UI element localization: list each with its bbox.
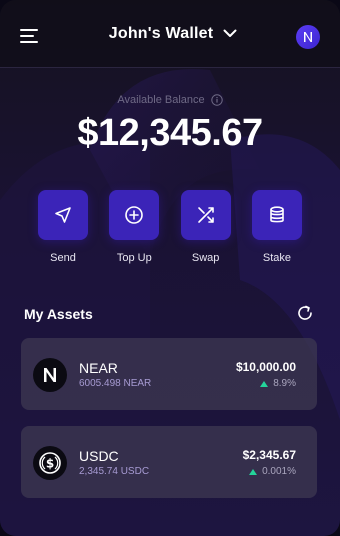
near-avatar-icon — [304, 32, 312, 42]
quick-actions: Send Top Up Swap Stake — [37, 190, 303, 264]
plus-circle-icon — [125, 206, 144, 224]
stake-action[interactable]: Stake — [251, 190, 303, 264]
asset-change-value: 0.001% — [262, 466, 296, 477]
send-label: Send — [50, 252, 76, 264]
swap-button[interactable] — [180, 190, 231, 240]
top-up-label: Top Up — [116, 252, 152, 264]
avatar[interactable] — [296, 25, 320, 49]
swap-action[interactable]: Swap — [180, 190, 232, 264]
asset-value: $2,345.67 — [242, 448, 296, 462]
shuffle-icon — [197, 207, 214, 223]
asset-change: 8.9% — [260, 378, 296, 389]
asset-card-usdc[interactable]: $ USDC 2,345.74 USDC $2,345.67 0.001% — [21, 426, 317, 498]
asset-change: 0.001% — [249, 466, 296, 477]
usdc-logo-icon: $ — [33, 446, 67, 480]
stake-button[interactable] — [251, 190, 302, 240]
near-logo-icon — [33, 358, 67, 392]
swap-label: Swap — [191, 252, 220, 264]
asset-card-near[interactable]: NEAR 6005.498 NEAR $10,000.00 8.9% — [21, 338, 317, 410]
assets-heading: My Assets — [24, 306, 93, 322]
asset-change-value: 8.9% — [273, 378, 296, 389]
refresh-icon[interactable] — [296, 304, 314, 322]
wallet-switcher[interactable]: John's Wallet — [109, 25, 238, 43]
send-action[interactable]: Send — [37, 190, 89, 264]
svg-text:$: $ — [46, 457, 54, 471]
top-up-button[interactable] — [109, 190, 160, 240]
chevron-down-icon — [223, 29, 237, 37]
info-icon[interactable] — [210, 94, 223, 106]
asset-name: NEAR — [79, 360, 118, 376]
top-up-action[interactable]: Top Up — [108, 190, 160, 264]
balance-label: Available Balance — [117, 94, 205, 106]
asset-amount: 6005.498 NEAR — [79, 378, 152, 389]
send-icon — [55, 207, 71, 223]
send-button[interactable] — [38, 190, 88, 240]
asset-amount: 2,345.74 USDC — [79, 466, 150, 477]
database-icon — [270, 206, 284, 223]
asset-name: USDC — [79, 448, 119, 464]
stake-label: Stake — [262, 252, 292, 264]
asset-value: $10,000.00 — [235, 360, 296, 374]
menu-icon[interactable] — [20, 29, 40, 43]
balance-amount: $12,345.67 — [77, 112, 263, 154]
balance-label-row: Available Balance — [0, 94, 340, 106]
wallet-name: John's Wallet — [108, 24, 214, 42]
trend-up-icon — [260, 380, 269, 387]
wallet-screen: John's Wallet Available Balance $12,345.… — [0, 0, 340, 536]
trend-up-icon — [249, 468, 258, 475]
top-bar: John's Wallet — [0, 0, 340, 68]
